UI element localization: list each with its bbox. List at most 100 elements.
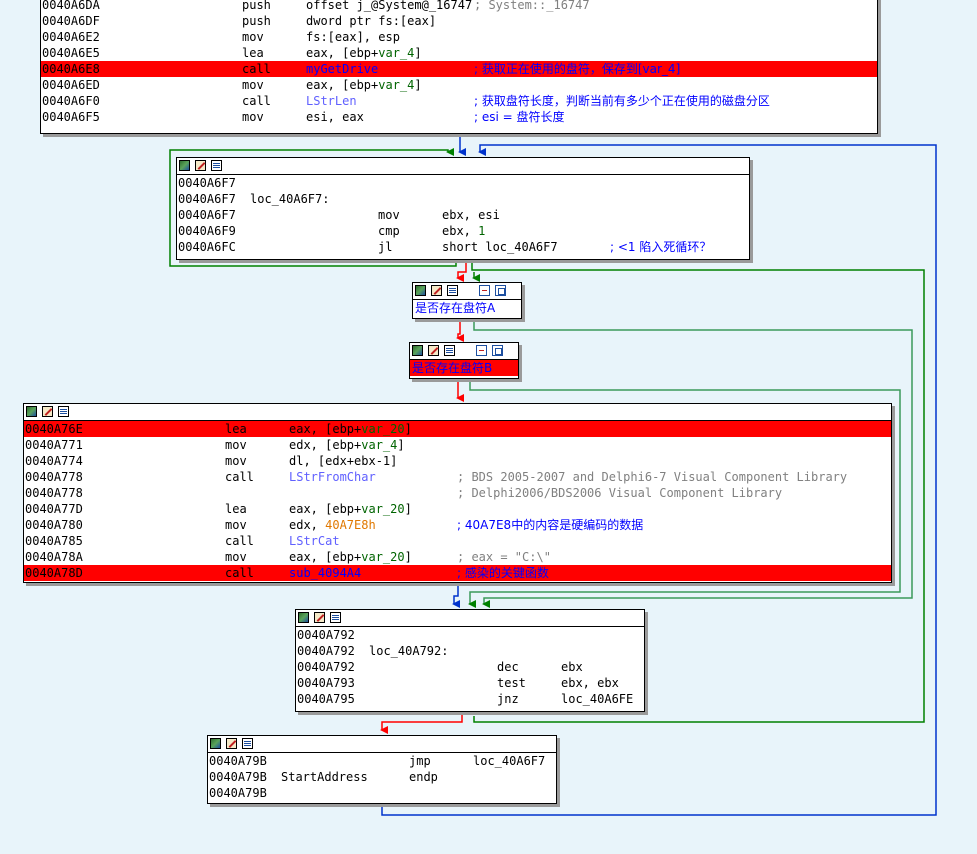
graph-icon[interactable]: [415, 285, 426, 296]
code-line[interactable]: 0040A771 mov edx, [ebp+var_4]: [24, 437, 891, 453]
comment: ; 40A7E8中的内容是硬编码的数据: [457, 518, 644, 532]
node4-titlebar: [410, 343, 518, 360]
stack-var[interactable]: var_4: [361, 438, 397, 452]
list-icon[interactable]: [330, 612, 341, 623]
address: 0040A6E8: [42, 62, 100, 76]
comment: ; Delphi2006/BDS2006 Visual Component Li…: [457, 486, 783, 500]
code-line[interactable]: 0040A6E8 call myGetDrive ; 获取正在使用的盘符，保存到[va…: [41, 61, 877, 77]
code-line[interactable]: 0040A6E5 lea eax, [ebp+var_4]: [41, 45, 877, 61]
operand-suffix: ]: [414, 78, 422, 92]
code-block-node4[interactable]: 是否存在盘符B: [409, 342, 519, 379]
list-icon[interactable]: [444, 345, 455, 356]
code-label: loc_40A792:: [369, 644, 449, 658]
code-line[interactable]: 0040A6FC jl short loc_40A6F7 ; <1 陷入死循环？: [177, 239, 749, 255]
edit-icon[interactable]: [314, 612, 325, 623]
function-ref[interactable]: LStrFromChar: [289, 470, 376, 484]
code-line[interactable]: 0040A78D call sub_4094A4 ; 感染的关键函数: [24, 565, 891, 581]
code-line[interactable]: 0040A774 mov dl, [edx+ebx-1]: [24, 453, 891, 469]
group-icon[interactable]: [492, 345, 503, 356]
graph-icon[interactable]: [210, 738, 221, 749]
code-line[interactable]: 0040A6DF push dword ptr fs:[eax]: [41, 13, 877, 29]
code-block-node5[interactable]: 0040A76E lea eax, [ebp+var_20] 0040A771 mov e…: [23, 403, 892, 583]
data-ref[interactable]: 40A7E8h: [325, 518, 376, 532]
code-line[interactable]: 0040A785 call LStrCat: [24, 533, 891, 549]
function-ref[interactable]: LStrCat: [289, 534, 340, 548]
code-line[interactable]: 0040A6DA push offset j_@System@_16747; Sys…: [41, 0, 877, 13]
function-ref[interactable]: myGetDrive: [306, 62, 378, 76]
operand-suffix: ]: [404, 422, 412, 436]
node5-titlebar: [24, 404, 891, 421]
operand: eax, [ebp+var_20]: [289, 549, 412, 565]
stack-var[interactable]: var_20: [361, 422, 404, 436]
group-icon[interactable]: [495, 285, 506, 296]
mnemonic: jmp: [409, 754, 431, 768]
code-line[interactable]: 0040A78A mov eax, [ebp+var_20] ; eax = "C:\…: [24, 549, 891, 565]
code-line[interactable]: 0040A6F5 mov esi, eax ; esi = 盘符长度: [41, 109, 877, 125]
code-line[interactable]: 0040A79B: [208, 785, 556, 801]
code-block-node2[interactable]: 0040A6F7 0040A6F7 loc_40A6F7: 0040A6F7 mov eb…: [176, 157, 750, 260]
edit-icon[interactable]: [431, 285, 442, 296]
mnemonic: call: [225, 534, 254, 548]
code-line[interactable]: 0040A6F7: [177, 175, 749, 191]
operand-text: fs:[eax], esp: [306, 30, 400, 44]
code-line[interactable]: 0040A6F9 cmp ebx, 1: [177, 223, 749, 239]
code-block-node1[interactable]: 0040A6DA push offset j_@System@_16747; Sys…: [40, 0, 878, 134]
stack-var[interactable]: var_4: [378, 46, 414, 60]
code-line[interactable]: 0040A792: [296, 627, 644, 643]
collapse-icon[interactable]: [479, 285, 490, 296]
function-ref[interactable]: sub_4094A4: [289, 566, 361, 580]
stack-var[interactable]: var_20: [361, 550, 404, 564]
graph-icon[interactable]: [412, 345, 423, 356]
edit-icon[interactable]: [42, 406, 53, 417]
code-block-node3[interactable]: 是否存在盘符A: [412, 282, 522, 319]
collapse-icon[interactable]: [476, 345, 487, 356]
code-line[interactable]: 0040A792 loc_40A792:: [296, 643, 644, 659]
graph-icon[interactable]: [26, 406, 37, 417]
stack-var[interactable]: var_20: [361, 502, 404, 516]
operand: ebx: [561, 659, 583, 675]
address: 0040A79B: [209, 754, 267, 768]
code-line[interactable]: 0040A6F0 call LStrLen ; 获取盘符长度，判断当前有多少个正在使用…: [41, 93, 877, 109]
code-line[interactable]: 0040A6ED mov eax, [ebp+var_4]: [41, 77, 877, 93]
operand: edx, [ebp+var_4]: [289, 437, 405, 453]
list-icon[interactable]: [242, 738, 253, 749]
code-line[interactable]: 0040A780 mov edx, 40A7E8h ; 40A7E8中的内容是硬编码的…: [24, 517, 891, 533]
code-line[interactable]: 0040A778 ; Delphi2006/BDS2006 Visual Comp…: [24, 485, 891, 501]
mnemonic: endp: [409, 770, 438, 784]
code-line[interactable]: 0040A793 test ebx, ebx: [296, 675, 644, 691]
code-line[interactable]: 0040A6F7 mov ebx, esi: [177, 207, 749, 223]
edit-icon[interactable]: [226, 738, 237, 749]
code-block-node6[interactable]: 0040A792 0040A792 loc_40A792: 0040A792 dec eb…: [295, 609, 645, 712]
address: 0040A6E5: [42, 46, 100, 60]
graph-icon[interactable]: [298, 612, 309, 623]
address: 0040A6ED: [42, 78, 100, 92]
address: 0040A6F9: [178, 224, 236, 238]
code-line[interactable]: 0040A6F7 loc_40A6F7:: [177, 191, 749, 207]
code-line[interactable]: 0040A792 dec ebx: [296, 659, 644, 675]
code-line[interactable]: 0040A79B StartAddress endp: [208, 769, 556, 785]
mnemonic: test: [497, 676, 526, 690]
function-ref[interactable]: LStrLen: [306, 94, 357, 108]
address: 0040A780: [25, 518, 83, 532]
list-icon[interactable]: [58, 406, 69, 417]
list-icon[interactable]: [211, 160, 222, 171]
edit-icon[interactable]: [195, 160, 206, 171]
code-line[interactable]: 0040A77D lea eax, [ebp+var_20]: [24, 501, 891, 517]
graph-icon[interactable]: [179, 160, 190, 171]
code-line[interactable]: 0040A76E lea eax, [ebp+var_20]: [24, 421, 891, 437]
stack-var[interactable]: var_4: [378, 78, 414, 92]
code-line[interactable]: 0040A6E2 mov fs:[eax], esp: [41, 29, 877, 45]
operand-text: ebx, esi: [442, 208, 500, 222]
address: 0040A793: [297, 676, 355, 690]
code-line[interactable]: 0040A778 call LStrFromChar ; BDS 2005-2007 …: [24, 469, 891, 485]
operand: eax, [ebp+var_20]: [289, 421, 412, 437]
code-block-node7[interactable]: 0040A79B jmp loc_40A6F7 0040A79B StartAddres…: [207, 735, 557, 804]
operand: myGetDrive: [306, 61, 378, 77]
list-icon[interactable]: [447, 285, 458, 296]
code-line[interactable]: 0040A79B jmp loc_40A6F7: [208, 753, 556, 769]
code-line[interactable]: 0040A795 jnz loc_40A6FE: [296, 691, 644, 707]
operand: esi, eax: [306, 109, 364, 125]
operand: ebx, esi: [442, 207, 500, 223]
edit-icon[interactable]: [428, 345, 439, 356]
immediate[interactable]: 1: [478, 224, 485, 238]
